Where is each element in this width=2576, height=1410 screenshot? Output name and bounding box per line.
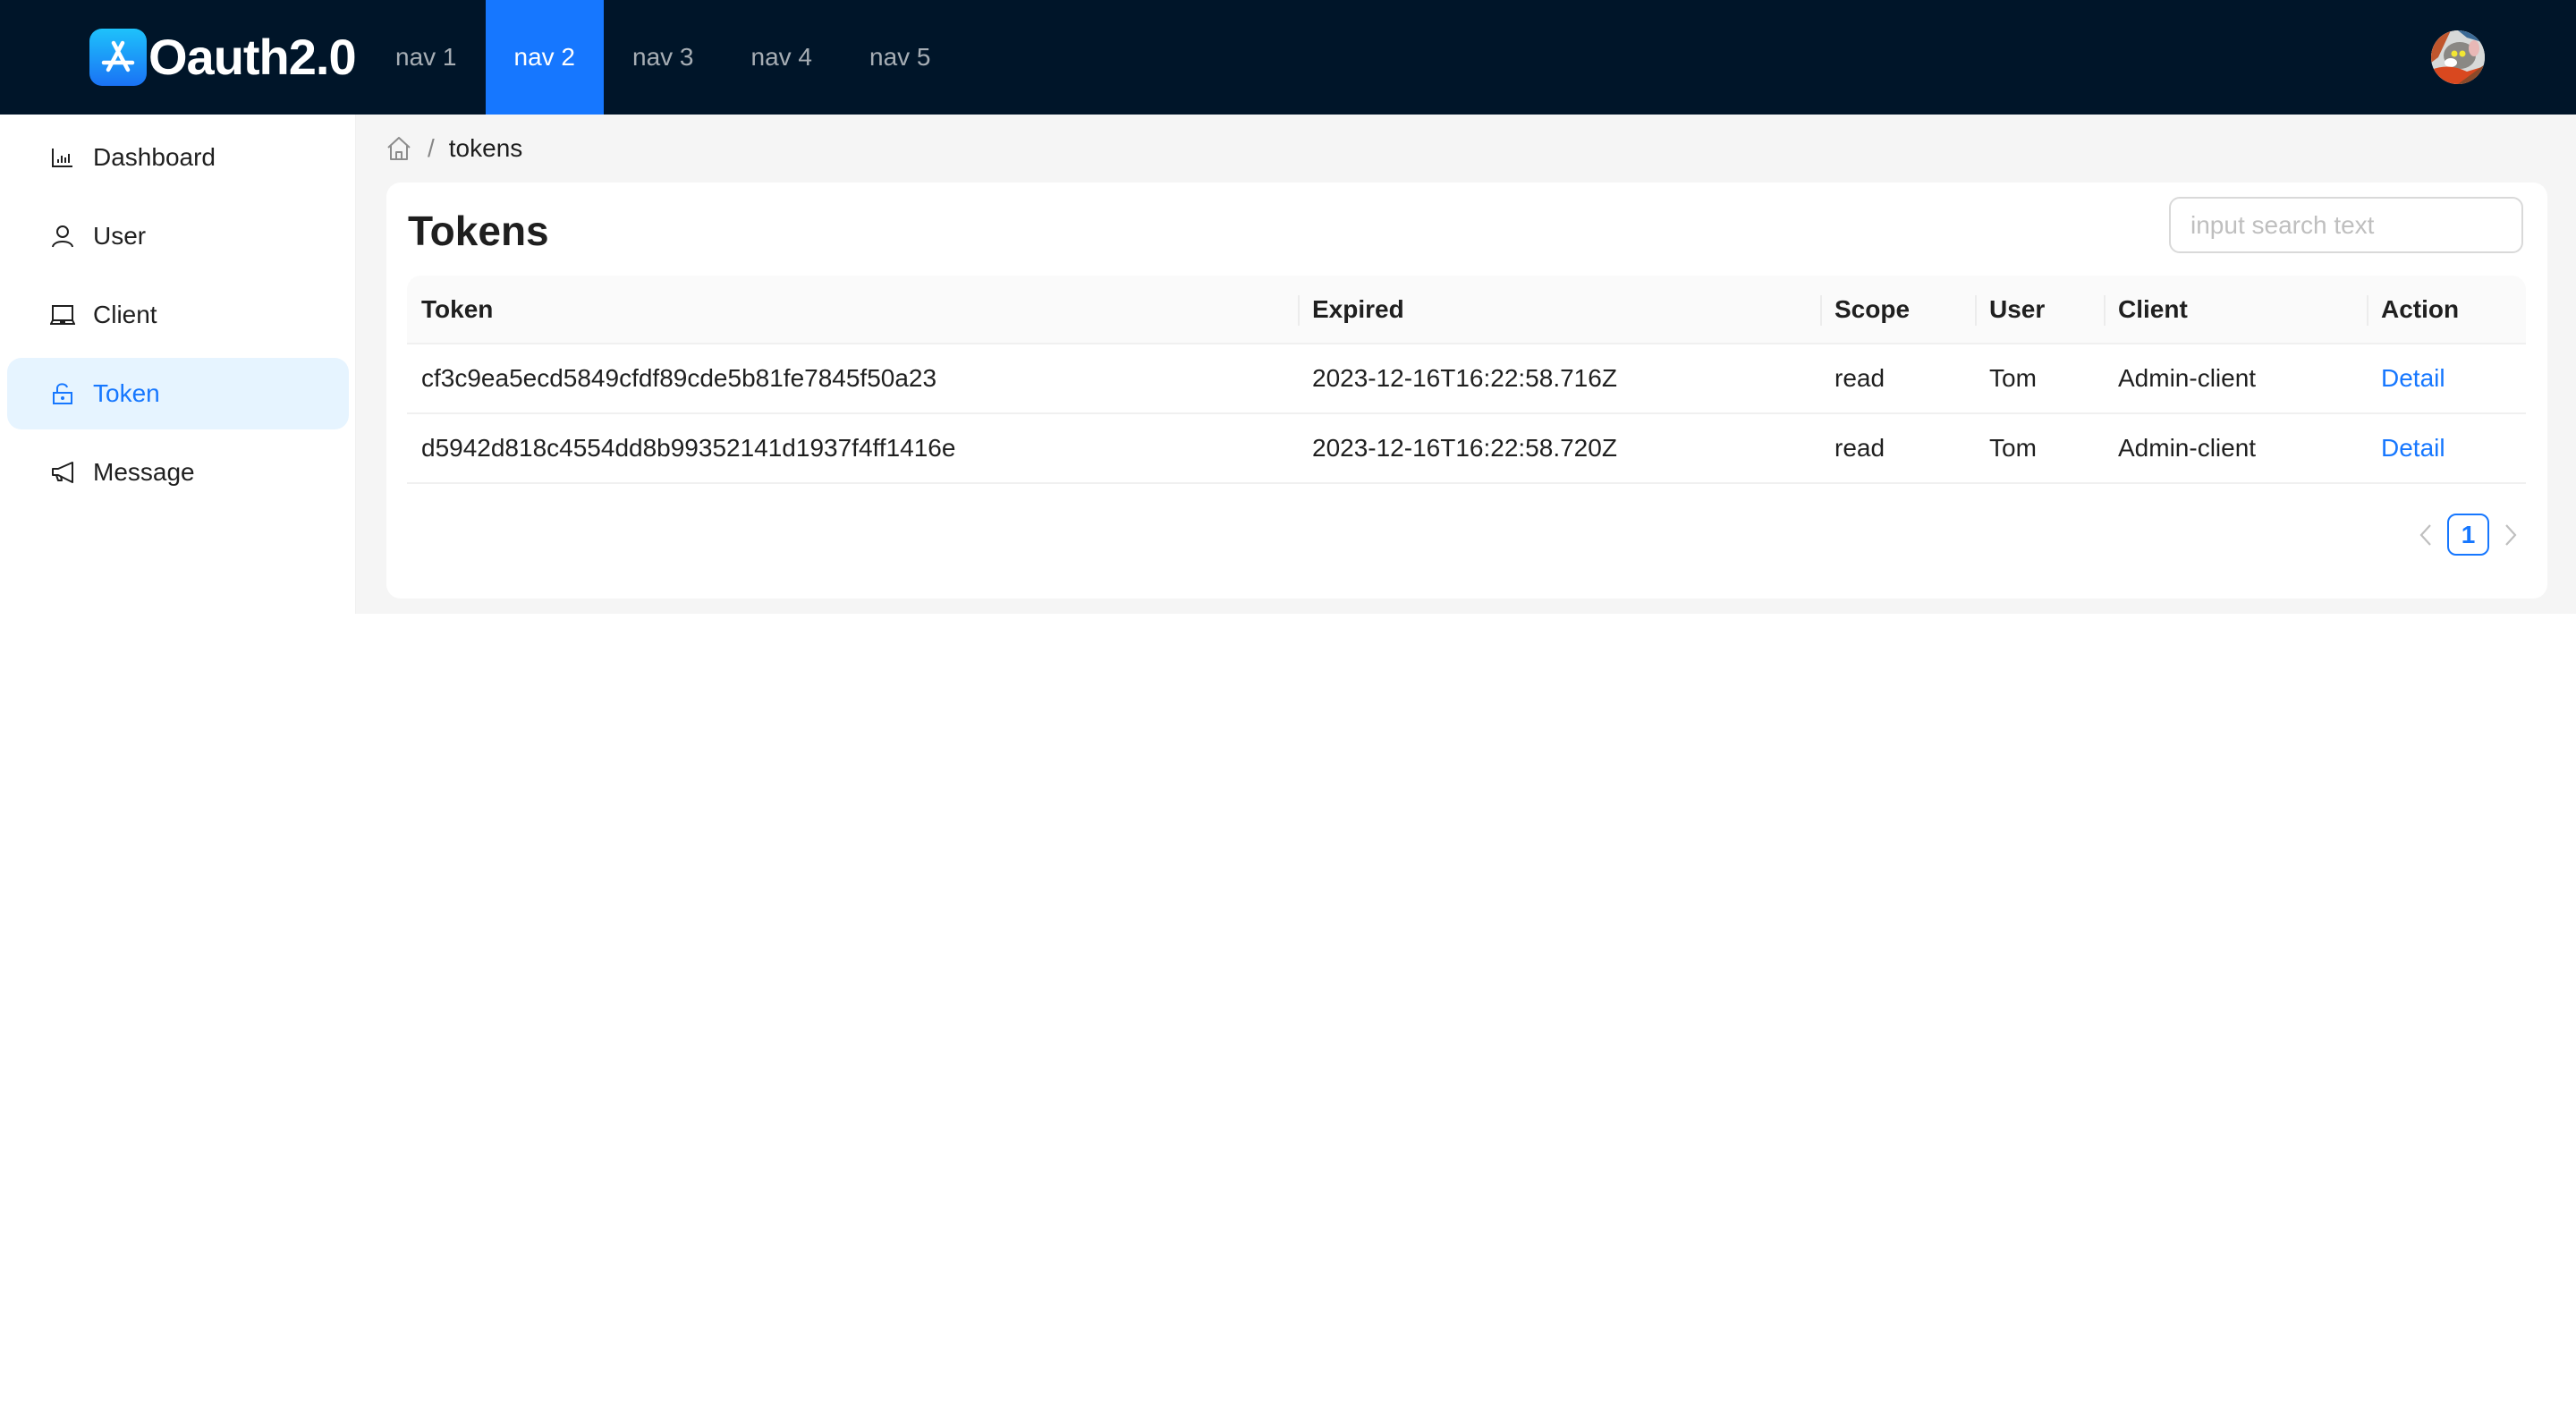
nav-item-1[interactable]: nav 1 (367, 0, 486, 115)
column-header-token: Token (421, 294, 494, 323)
cell-expired: 2023-12-16T16:22:58.720Z (1312, 434, 1617, 462)
unlock-icon (50, 381, 75, 406)
cell-scope: read (1835, 434, 1885, 462)
sidebar: Dashboard User Client Token Message (0, 115, 356, 614)
pagination: 1 (2410, 514, 2527, 556)
cell-user: Tom (1989, 434, 2037, 462)
top-nav: nav 1 nav 2 nav 3 nav 4 nav 5 (367, 0, 960, 115)
search-box (2169, 197, 2523, 253)
page-title: Tokens (408, 208, 549, 254)
nav-item-5[interactable]: nav 5 (841, 0, 960, 115)
table-header: Token Expired Scope User Client Action (407, 276, 2526, 344)
cell-action: Detail (2367, 414, 2526, 482)
column-header-action: Action (2367, 276, 2526, 343)
app-title: Oauth2.0 (148, 29, 357, 85)
cell-scope: read (1835, 364, 1885, 392)
avatar[interactable] (2431, 30, 2485, 84)
laptop-icon (50, 302, 75, 327)
cell-user: Tom (1989, 364, 2037, 392)
breadcrumb: / tokens (386, 131, 522, 166)
cell-token: d5942d818c4554dd8b99352141d1937f4ff1416e (421, 434, 956, 462)
megaphone-icon (50, 460, 75, 485)
breadcrumb-current: tokens (448, 134, 523, 162)
sidebar-item-label: Token (93, 379, 160, 407)
column-header-client: Client (2104, 276, 2367, 343)
column-header-scope: Scope (1820, 276, 1975, 343)
sidebar-item-label: Message (93, 458, 195, 486)
cell-token: cf3c9ea5ecd5849cfdf89cde5b81fe7845f50a23 (421, 364, 937, 392)
sidebar-item-label: Dashboard (93, 143, 216, 171)
chevron-left-icon (2419, 523, 2431, 546)
next-page-button[interactable] (2495, 514, 2527, 556)
cell-action: Detail (2367, 344, 2526, 412)
sidebar-item-dashboard[interactable]: Dashboard (7, 122, 349, 193)
breadcrumb-separator: / (428, 134, 435, 162)
logo[interactable]: Oauth2.0 (89, 29, 357, 86)
top-header: Oauth2.0 nav 1 nav 2 nav 3 nav 4 nav 5 (0, 0, 2576, 115)
detail-link[interactable]: Detail (2381, 434, 2445, 463)
chevron-right-icon (2505, 523, 2517, 546)
column-header-user: User (1975, 276, 2104, 343)
sidebar-item-client[interactable]: Client (7, 279, 349, 351)
nav-item-2[interactable]: nav 2 (485, 0, 604, 115)
table-row: cf3c9ea5ecd5849cfdf89cde5b81fe7845f50a23… (407, 344, 2526, 414)
tokens-table: Token Expired Scope User Client Action c… (407, 276, 2526, 484)
sidebar-item-label: Client (93, 301, 157, 328)
cell-client: Admin-client (2118, 434, 2257, 462)
bar-chart-icon (50, 145, 75, 170)
page-1-button[interactable]: 1 (2447, 514, 2489, 556)
column-header-expired: Expired (1298, 276, 1820, 343)
home-icon[interactable] (386, 135, 413, 162)
nav-item-4[interactable]: nav 4 (723, 0, 842, 115)
sidebar-item-message[interactable]: Message (7, 437, 349, 508)
app-store-a-icon (89, 29, 147, 86)
search-input[interactable] (2171, 199, 2521, 251)
sidebar-item-user[interactable]: User (7, 200, 349, 272)
user-icon (50, 224, 75, 249)
prev-page-button[interactable] (2410, 514, 2442, 556)
cell-expired: 2023-12-16T16:22:58.716Z (1312, 364, 1617, 392)
cell-client: Admin-client (2118, 364, 2257, 392)
tokens-card: Tokens Token Expired Scope User Client A… (386, 183, 2547, 599)
table-row: d5942d818c4554dd8b99352141d1937f4ff1416e… (407, 414, 2526, 484)
sidebar-item-token[interactable]: Token (7, 358, 349, 429)
sidebar-item-label: User (93, 222, 147, 250)
nav-item-3[interactable]: nav 3 (604, 0, 723, 115)
detail-link[interactable]: Detail (2381, 364, 2445, 393)
